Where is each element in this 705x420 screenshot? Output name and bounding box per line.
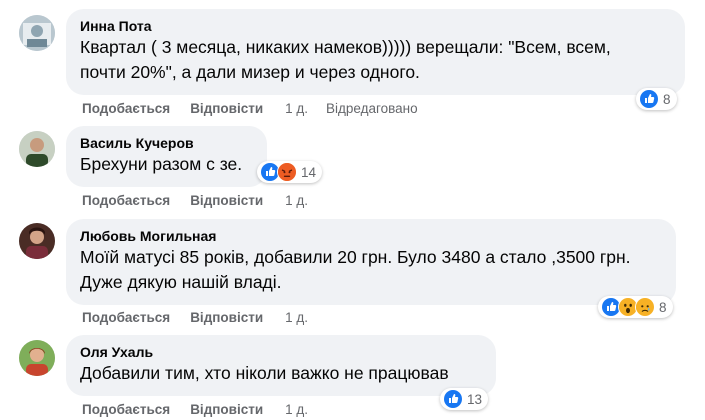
avatar[interactable] xyxy=(19,131,55,167)
reaction-summary[interactable]: 8 xyxy=(598,296,673,318)
angry-icon xyxy=(277,162,297,182)
reaction-count: 13 xyxy=(467,391,483,407)
comment-actions: Подобається Відповісти 1 д. xyxy=(82,193,308,208)
reaction-count: 14 xyxy=(301,164,317,180)
comment-author[interactable]: Инна Пота xyxy=(80,17,671,35)
reply-button[interactable]: Відповісти xyxy=(190,310,263,325)
comment-text-line: Моїй матусі 85 років, добавили 20 грн. Б… xyxy=(80,247,631,267)
comment-bubble: Любовь Могильная Моїй матусі 85 років, д… xyxy=(66,219,676,305)
comment-text-line: Квартал ( 3 месяца, никаких намеков)))))… xyxy=(80,37,611,57)
comment-text-line: Дуже дякую нашій владі. xyxy=(80,272,282,292)
comment-time[interactable]: 1 д. xyxy=(285,193,308,208)
reaction-count: 8 xyxy=(659,299,667,315)
reply-button[interactable]: Відповісти xyxy=(190,101,263,116)
comment-author[interactable]: Василь Кучеров xyxy=(80,134,253,152)
reply-button[interactable]: Відповісти xyxy=(190,402,263,417)
comment-bubble: Инна Пота Квартал ( 3 месяца, никаких на… xyxy=(66,9,685,95)
comment-time[interactable]: 1 д. xyxy=(285,402,308,417)
comment-bubble: Василь Кучеров Брехуни разом с зе. xyxy=(66,126,267,187)
comment-author[interactable]: Любовь Могильная xyxy=(80,227,662,245)
comment-text-line: почти 20%", а дали мизер и через одного. xyxy=(80,62,420,82)
like-button[interactable]: Подобається xyxy=(82,310,170,325)
edited-label: Відредаговано xyxy=(326,101,418,116)
like-button[interactable]: Подобається xyxy=(82,101,170,116)
avatar[interactable] xyxy=(19,223,55,259)
reaction-summary[interactable]: 14 xyxy=(257,161,323,183)
reaction-count: 8 xyxy=(663,91,671,107)
comment-time[interactable]: 1 д. xyxy=(285,310,308,325)
reaction-summary[interactable]: 13 xyxy=(440,388,489,410)
comment-text-line: Брехуни разом с зе. xyxy=(80,154,243,174)
comment-actions: Подобається Відповісти 1 д. xyxy=(82,402,308,417)
sad-icon xyxy=(635,297,655,317)
like-button[interactable]: Подобається xyxy=(82,193,170,208)
avatar[interactable] xyxy=(19,340,55,376)
comment-author[interactable]: Оля Ухаль xyxy=(80,343,482,361)
comment-text-line: Добавили тим, хто ніколи важко не працюв… xyxy=(80,363,449,383)
comment-time[interactable]: 1 д. xyxy=(285,101,308,116)
reaction-summary[interactable]: 8 xyxy=(636,88,677,110)
reply-button[interactable]: Відповісти xyxy=(190,193,263,208)
like-icon xyxy=(639,89,659,109)
comment-bubble: Оля Ухаль Добавили тим, хто ніколи важко… xyxy=(66,335,496,396)
comment-actions: Подобається Відповісти 1 д. Відредаговано xyxy=(82,101,418,116)
comment-actions: Подобається Відповісти 1 д. xyxy=(82,310,308,325)
like-icon xyxy=(443,389,463,409)
like-button[interactable]: Подобається xyxy=(82,402,170,417)
avatar[interactable] xyxy=(19,15,55,51)
